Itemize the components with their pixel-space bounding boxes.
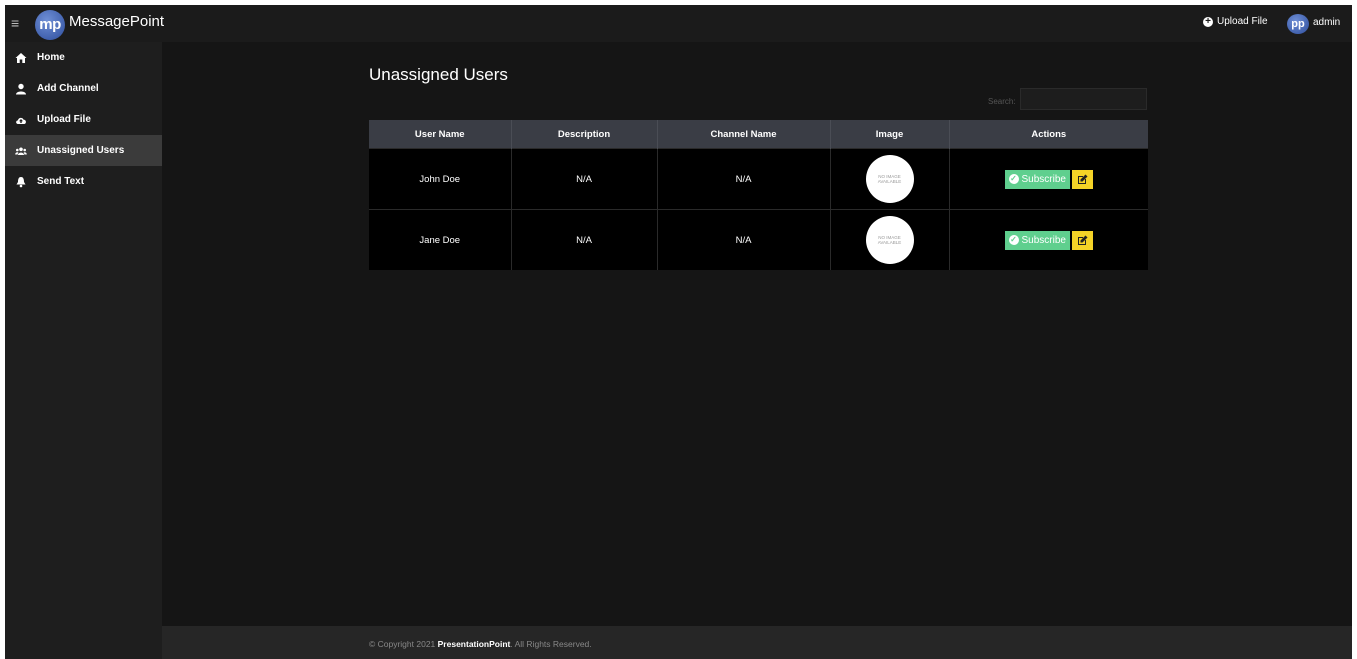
no-image-text-line2: AVAILABLE [877,179,902,184]
edit-icon [1077,174,1088,184]
table-row: Jane Doe N/A N/A NO IMAGE AVAILABLE ✓ Subs… [369,209,1148,270]
page-title: Unassigned Users [369,65,508,84]
cell-user-name: John Doe [369,148,512,210]
sidebar-item-add-channel[interactable]: Add Channel [5,73,162,104]
cell-description: N/A [511,148,658,210]
check-circle-icon: ✓ [1008,174,1019,184]
users-icon [15,147,27,155]
copyright-prefix: © Copyright 2021 [369,639,438,649]
sidebar-item-label: Add Channel [37,83,99,94]
footer: © Copyright 2021 PresentationPoint. All … [162,626,1352,659]
column-header-actions[interactable]: Actions [949,120,1148,149]
edit-button[interactable] [1071,230,1093,250]
cell-actions: ✓ Subscribe [949,209,1148,270]
column-header-description[interactable]: Description [511,120,658,149]
cell-user-name: Jane Doe [369,209,512,270]
user-icon [16,83,26,94]
brand-name[interactable]: MessagePoint [69,13,164,30]
table-row: John Doe N/A N/A NO IMAGE AVAILABLE ✓ Subs… [369,148,1148,210]
search-input[interactable] [1020,88,1147,110]
table-header-row: User Name Description Channel Name Image… [369,120,1148,149]
no-image-placeholder: NO IMAGE AVAILABLE [865,155,914,203]
plus-circle-icon: + [1203,16,1213,27]
user-avatar[interactable]: pp [1287,14,1309,34]
sidebar-item-home[interactable]: Home [5,42,162,73]
sidebar-item-label: Home [37,52,65,63]
bell-icon [16,176,26,187]
cell-channel-name: N/A [657,148,831,210]
cell-description: N/A [511,209,658,270]
search-label: Search: [988,97,1016,106]
cell-image: NO IMAGE AVAILABLE [830,209,950,270]
top-upload-file-link[interactable]: + Upload File [1203,16,1268,27]
no-image-placeholder: NO IMAGE AVAILABLE [865,216,914,264]
no-image-text-line2: AVAILABLE [877,240,902,245]
subscribe-button[interactable]: ✓ Subscribe [1004,169,1070,189]
sidebar-item-upload-file[interactable]: Upload File [5,104,162,135]
cell-channel-name: N/A [657,209,831,270]
sidebar-item-label: Unassigned Users [37,145,125,156]
sidebar-item-label: Upload File [37,114,91,125]
copyright-suffix: . All Rights Reserved. [510,639,592,649]
copyright-company: PresentationPoint [437,639,511,649]
home-icon [15,52,27,63]
subscribe-button[interactable]: ✓ Subscribe [1004,230,1070,250]
edit-icon [1077,235,1088,245]
app-frame: ≡ mp MessagePoint + Upload File pp admin… [5,5,1352,659]
sidebar-item-unassigned-users[interactable]: Unassigned Users [5,135,162,166]
column-header-channel-name[interactable]: Channel Name [657,120,831,149]
sidebar-item-send-text[interactable]: Send Text [5,166,162,197]
edit-button[interactable] [1071,169,1093,189]
hamburger-menu-icon[interactable]: ≡ [11,15,19,31]
check-circle-icon: ✓ [1008,235,1019,245]
column-header-user-name[interactable]: User Name [369,120,512,149]
cell-actions: ✓ Subscribe [949,148,1148,210]
top-upload-file-label: Upload File [1217,16,1268,27]
sidebar: Home Add Channel Upload File Unassigned … [5,42,162,659]
cloud-upload-icon [16,117,26,124]
user-menu-name[interactable]: admin [1313,17,1340,28]
cell-image: NO IMAGE AVAILABLE [830,148,950,210]
copyright-text: © Copyright 2021 PresentationPoint. All … [369,639,592,649]
unassigned-users-table: User Name Description Channel Name Image… [369,120,1148,270]
subscribe-label: Subscribe [1021,173,1066,185]
column-header-image[interactable]: Image [830,120,950,149]
top-navbar: ≡ mp MessagePoint + Upload File pp admin [5,5,1352,42]
sidebar-item-label: Send Text [37,176,85,187]
brand-logo[interactable]: mp [35,10,65,40]
subscribe-label: Subscribe [1021,234,1066,246]
